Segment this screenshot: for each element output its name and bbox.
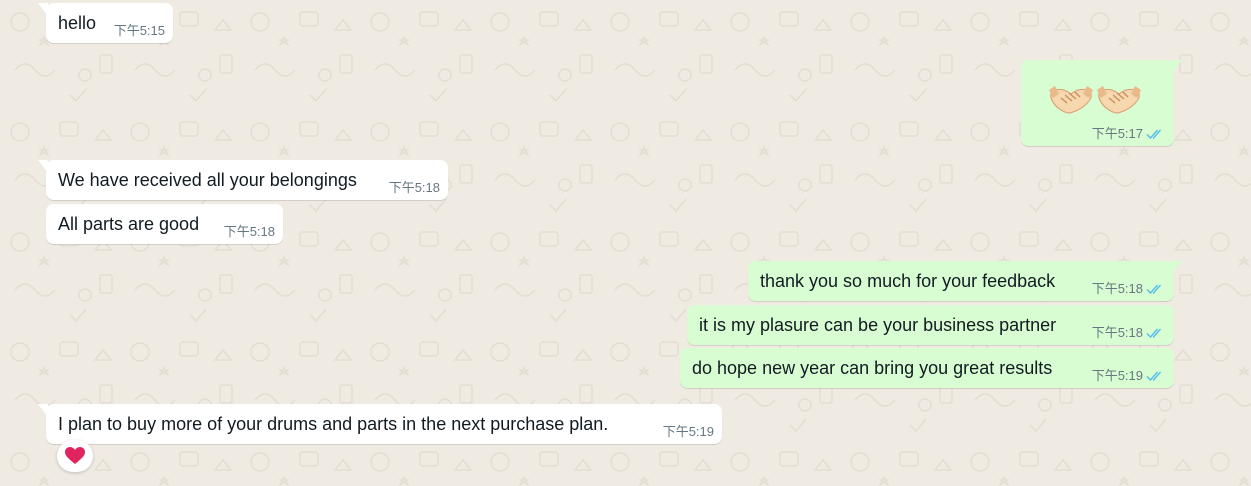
outgoing-message[interactable]: do hope new year can bring you great res…	[680, 348, 1174, 388]
read-ticks-icon	[1146, 129, 1162, 139]
message-time: 下午5:18	[388, 180, 440, 195]
message-meta: 下午5:19	[663, 424, 714, 439]
message-text: do hope new year can bring you great res…	[692, 358, 1053, 378]
message-time: 下午5:18	[1091, 281, 1143, 296]
message-text: All parts are good	[58, 214, 200, 234]
message-time: 下午5:17	[1091, 126, 1143, 141]
message-meta: 下午5:15	[114, 23, 165, 38]
message-meta: 下午5:18	[224, 224, 275, 239]
incoming-message[interactable]: We have received all your belongings 下午5…	[38, 160, 448, 200]
handshake-icon	[1097, 86, 1141, 114]
emoji-content	[1049, 78, 1145, 121]
read-ticks-icon	[1146, 371, 1162, 381]
message-meta: 下午5:18	[1092, 325, 1166, 340]
outgoing-message[interactable]: it is my plasure can be your business pa…	[687, 305, 1174, 345]
read-ticks-icon	[1146, 328, 1162, 338]
message-text: We have received all your belongings	[58, 170, 357, 190]
handshake-icon	[1049, 86, 1093, 114]
bubble-tail	[1172, 60, 1182, 73]
message-list[interactable]: hello 下午5:15 下午5:17 We have received all…	[0, 0, 1251, 486]
bubble-tail	[38, 160, 48, 173]
message-text: it is my plasure can be your business pa…	[699, 315, 1057, 335]
incoming-message[interactable]: I plan to buy more of your drums and par…	[38, 404, 722, 444]
message-time: 下午5:18	[223, 224, 275, 239]
red-heart-icon	[65, 447, 85, 464]
message-meta: 下午5:18	[389, 180, 440, 195]
bubble-tail	[1172, 261, 1182, 274]
incoming-message[interactable]: All parts are good 下午5:18	[46, 204, 283, 244]
message-text: hello	[58, 13, 97, 33]
message-meta: 下午5:19	[1092, 368, 1166, 383]
incoming-message[interactable]: hello 下午5:15	[38, 3, 173, 43]
outgoing-message[interactable]: thank you so much for your feedback 下午5:…	[748, 261, 1182, 301]
message-text: I plan to buy more of your drums and par…	[58, 414, 609, 434]
message-time: 下午5:19	[662, 424, 714, 439]
message-time: 下午5:19	[1091, 368, 1143, 383]
read-ticks-icon	[1146, 284, 1162, 294]
message-meta: 下午5:18	[1092, 281, 1166, 296]
message-time: 下午5:15	[113, 23, 165, 38]
message-meta: 下午5:17	[1092, 126, 1166, 141]
bubble-tail	[38, 404, 48, 417]
bubble-tail	[38, 3, 48, 16]
message-time: 下午5:18	[1091, 325, 1143, 340]
outgoing-message[interactable]: 下午5:17	[1021, 60, 1182, 146]
message-text: thank you so much for your feedback	[760, 271, 1056, 291]
message-reaction[interactable]	[57, 440, 93, 472]
